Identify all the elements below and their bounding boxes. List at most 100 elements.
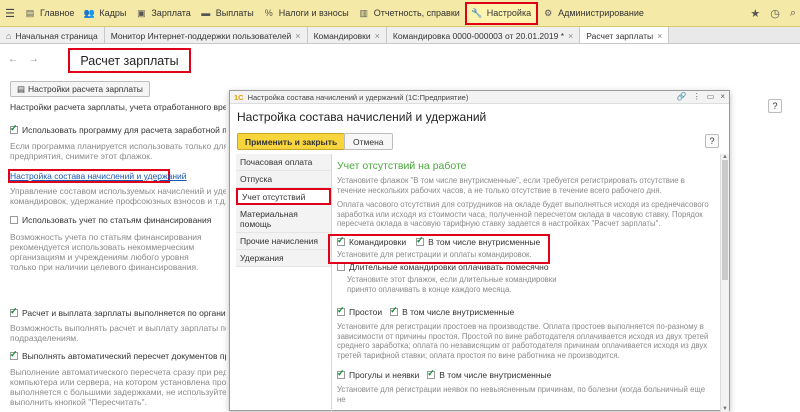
hint-text: только при наличии целевого финансирован… (10, 262, 199, 272)
hint-text: Установите для регистрации неявок по нев… (337, 385, 706, 404)
section-hourly-pay[interactable]: Почасовая оплата (236, 154, 331, 171)
help-button[interactable]: ? (768, 99, 782, 113)
hint-text: командировок, удержание профсоюзных взно… (10, 196, 226, 206)
checkbox-icon[interactable] (10, 125, 18, 134)
main-section-bar: ☰ ▤ Главное 👥 Кадры ▣ Зарплата ▬ Выплаты % На… (0, 0, 800, 27)
section-material-aid[interactable]: Материальная помощь (236, 205, 331, 233)
tab-business-trips[interactable]: Командировки × (307, 27, 387, 43)
hint-text: Оплата часового отсутствия для сотрудник… (337, 200, 709, 229)
section-title: Учет отсутствий на работе (337, 160, 467, 172)
document-icon: ▣ (137, 7, 146, 18)
hint-text: Возможность учета по статьям финансирова… (10, 232, 202, 242)
idle-row: Простои В том числе внутрисменные (337, 305, 514, 317)
section-reports[interactable]: ▥ Отчетность, справки (354, 0, 465, 27)
checkbox-icon[interactable] (10, 351, 18, 360)
gear-icon: ⚙ (544, 7, 553, 18)
dialog-heading: Настройка состава начислений и удержаний (237, 110, 487, 124)
section-other-accruals[interactable]: Прочие начисления (236, 233, 331, 250)
payroll-settings-form: ▤ Настройки расчета зарплаты Настройки ра… (0, 75, 228, 411)
minimize-icon[interactable]: ▭ (707, 92, 715, 101)
tab-start-page[interactable]: ⌂ Начальная страница (0, 27, 105, 43)
link-icon[interactable]: 🔗 (677, 92, 687, 101)
page-title: Расчет зарплаты (68, 48, 191, 73)
scroll-thumb[interactable] (722, 160, 728, 280)
app-logo-icon: 1С (234, 92, 244, 102)
cancel-button[interactable]: Отмена (344, 133, 393, 150)
scroll-down-icon[interactable]: ▼ (722, 406, 728, 412)
hint-text: Выполнение автоматического пересчета сра… (10, 367, 226, 377)
checkbox-icon[interactable] (10, 216, 18, 224)
section-payments[interactable]: ▬ Выплаты (196, 0, 259, 27)
menu-icon[interactable]: ☰ (0, 0, 20, 27)
checkbox-icon[interactable] (10, 308, 18, 317)
hint-text: компьютера или сервера, на котором устан… (10, 377, 226, 387)
tab-business-trip-doc[interactable]: Командировка 0000-000003 от 20.01.2019 *… (386, 27, 581, 43)
menu-dots-icon[interactable]: ⋮ (693, 92, 701, 101)
accruals-settings-dialog: 1С Настройка состава начислений и удержа… (229, 90, 730, 412)
hint-text: Возможность выполнять расчет и выплату з… (10, 323, 226, 333)
tab-payroll[interactable]: Расчет зарплаты × (580, 27, 670, 43)
close-icon[interactable]: × (720, 92, 725, 101)
idle-checkbox[interactable] (337, 305, 345, 316)
absence-checkbox[interactable] (337, 368, 345, 379)
close-icon[interactable]: × (295, 31, 300, 41)
hint-text: выполняется с большими задержками, не ис… (10, 387, 226, 397)
absence-intra-shift-checkbox[interactable] (427, 368, 436, 379)
search-icon[interactable]: ⌕ (790, 7, 796, 20)
by-organization-checkbox[interactable]: Расчет и выплата зарплаты выполняется по… (10, 308, 226, 318)
absences-panel: Учет отсутствий на работе Установите фла… (334, 154, 714, 412)
dialog-help-button[interactable]: ? (705, 134, 719, 148)
monthly-trips-checkbox[interactable] (337, 263, 345, 271)
section-main[interactable]: ▤ Главное (20, 0, 79, 27)
open-windows-tabs: ⌂ Начальная страница Монитор Интернет-под… (0, 27, 800, 44)
section-settings[interactable]: 🔧 Настройка (464, 1, 539, 25)
absence-row: Прогулы и неявки В том числе внутрисменн… (337, 368, 551, 380)
close-icon[interactable]: × (375, 31, 380, 41)
people-icon: 👥 (83, 7, 95, 18)
section-deductions[interactable]: Удержания (236, 250, 331, 267)
highlight-frame (328, 234, 550, 264)
hint-text: Управление составом используемых начисле… (10, 186, 226, 196)
top-right-controls: ★ ◷ ⌕ (750, 0, 796, 27)
section-taxes[interactable]: % Налоги и взносы (259, 0, 354, 27)
hint-text: Установите этот флажок, если длительные … (347, 275, 557, 294)
home-icon: ▤ (25, 7, 35, 18)
section-hr[interactable]: 👥 Кадры (79, 0, 131, 27)
tab-support-monitor[interactable]: Монитор Интернет-поддержки пользователей… (104, 27, 308, 43)
hint-text: Установите для регистрации простоев на п… (337, 322, 709, 360)
close-icon[interactable]: × (657, 31, 662, 41)
home-icon: ⌂ (6, 31, 12, 41)
dialog-scrollbar[interactable]: ▲ ▼ (720, 154, 729, 412)
percent-icon: % (264, 8, 273, 18)
idle-intra-shift-checkbox[interactable] (390, 305, 399, 316)
history-icon[interactable]: ◷ (770, 7, 780, 20)
window-controls: 🔗 ⋮ ▭ × (677, 92, 725, 101)
payroll-settings-button[interactable]: ▤ Настройки расчета зарплаты (10, 81, 150, 97)
hint-text: организациям и учреждениям любого уровня (10, 252, 189, 262)
section-absences[interactable]: Учет отсутствий (236, 188, 331, 205)
hint-text: Установите флажок "В том числе внутрисме… (337, 176, 685, 195)
hint-text: рекомендуется использовать некоммерчески… (10, 242, 195, 252)
financing-items-checkbox[interactable]: Использовать учет по статьям финансирова… (10, 215, 226, 225)
hint-text: предприятия, снимите этот флажок. (10, 151, 153, 161)
apply-and-close-button[interactable]: Применить и закрыть (237, 133, 346, 150)
auto-recalc-checkbox[interactable]: Выполнять автоматический пересчет докуме… (10, 351, 226, 361)
section-vacations[interactable]: Отпуска (236, 171, 331, 188)
favorites-icon[interactable]: ★ (750, 7, 760, 20)
hint-text: Если программа планируется использовать … (10, 141, 226, 151)
report-icon: ▥ (359, 7, 368, 18)
close-icon[interactable]: × (568, 31, 573, 41)
dialog-titlebar: 1С Настройка состава начислений и удержа… (230, 91, 729, 104)
section-administration[interactable]: ⚙ Администрирование (538, 0, 649, 27)
hint-text: выполнить кнопкой "Пересчитать". (10, 397, 147, 407)
wrench-icon: 🔧 (471, 7, 483, 18)
print-icon: ▤ (17, 83, 26, 94)
dialog-sections-list: Почасовая оплата Отпуска Учет отсутствий… (236, 154, 332, 412)
use-payroll-checkbox[interactable]: Использовать программу для расчета зараб… (10, 125, 226, 135)
nav-arrows[interactable]: ← → (8, 54, 43, 65)
hint-text: подразделениям. (10, 333, 79, 343)
accruals-setup-link[interactable]: Настройка состава начислений и удержаний (10, 171, 226, 181)
intro-text: Настройки расчета зарплаты, учета отрабо… (10, 102, 226, 112)
section-salary[interactable]: ▣ Зарплата (131, 0, 195, 27)
wallet-icon: ▬ (201, 8, 211, 18)
